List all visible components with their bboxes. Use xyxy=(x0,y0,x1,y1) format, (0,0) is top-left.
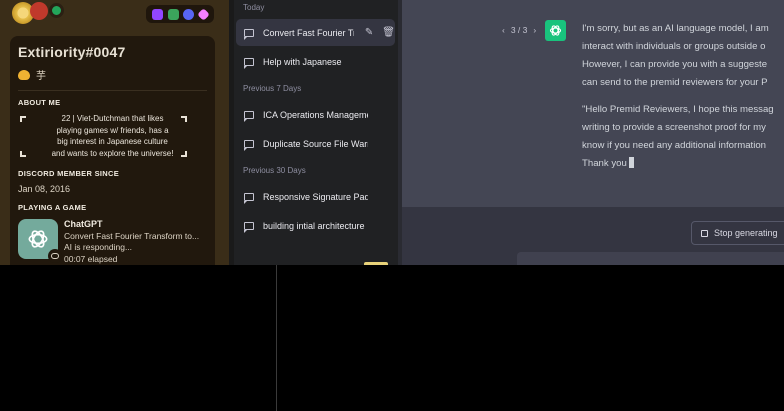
twitch-badge-icon[interactable] xyxy=(152,8,164,20)
activity-info: ChatGPT Convert Fast Fourier Transform t… xyxy=(64,219,207,265)
profile-banner xyxy=(0,0,229,30)
trash-icon[interactable]: 🗑 xyxy=(382,27,395,38)
online-status-icon xyxy=(49,3,64,18)
about-me-title: ABOUT ME xyxy=(18,98,61,107)
chat-item-label: Convert Fast Fourier Transform to xyxy=(263,27,354,38)
member-since-date: Jan 08, 2016 xyxy=(18,184,71,194)
chat-item-label: ICA Operations Management S xyxy=(263,109,368,120)
typing-cursor xyxy=(628,157,634,168)
pager-next-icon[interactable]: › xyxy=(533,25,536,35)
pager-count: 3 / 3 xyxy=(510,25,528,35)
message-line: Thank you xyxy=(582,158,627,169)
message-line: However, I can provide you with a sugges… xyxy=(582,59,768,70)
corner-ornament-icon xyxy=(181,151,187,157)
chat-item-signature-pad[interactable]: Responsive Signature Pad. xyxy=(236,183,395,210)
group-previous-7-days: Previous 7 Days xyxy=(243,84,302,93)
openai-logo-icon xyxy=(28,230,48,248)
divider xyxy=(18,90,207,91)
message-line: interact with individuals or groups outs… xyxy=(582,41,766,52)
profile-badges xyxy=(146,5,214,23)
chat-bubble-icon xyxy=(243,139,254,151)
assistant-message-text: I'm sorry, but as an AI language model, … xyxy=(582,20,784,173)
chat-bubble-icon xyxy=(243,192,254,204)
group-previous-30-days: Previous 30 Days xyxy=(243,166,306,175)
assistant-message: ‹ 3 / 3 › I'm sorry, but as an AI langua… xyxy=(402,0,784,207)
about-me-line: and wants to explore the universe! xyxy=(51,148,174,158)
divider xyxy=(276,265,277,411)
chat-item-label: Help with Japanese xyxy=(263,56,342,67)
message-line: "Hello Premid Reviewers, I hope this mes… xyxy=(582,104,774,115)
discord-profile-panel: Extiriority#0047 芋 ABOUT ME 22 | Viet-Du… xyxy=(0,0,229,265)
chat-item-label: Duplicate Source File Warning xyxy=(263,138,368,149)
activity-row[interactable]: ChatGPT Convert Fast Fourier Transform t… xyxy=(18,219,207,265)
openai-logo-icon xyxy=(549,25,562,36)
message-line: writing to provide a screenshot proof fo… xyxy=(582,122,766,133)
hypesquad-badge-icon[interactable] xyxy=(183,8,195,20)
about-me-line: big interest in Japanese culture xyxy=(57,137,168,146)
profile-card: Extiriority#0047 芋 ABOUT ME 22 | Viet-Du… xyxy=(10,36,215,265)
message-line: I'm sorry, but as an AI language model, … xyxy=(582,23,769,34)
chatgpt-avatar-icon xyxy=(545,20,566,41)
message-last-line: Thank you xyxy=(582,155,784,173)
stop-generating-label: Stop generating xyxy=(714,228,778,238)
corner-ornament-icon xyxy=(181,116,187,122)
pager-prev-icon[interactable]: ‹ xyxy=(502,25,505,35)
game-state: AI is responding... xyxy=(64,242,133,252)
chat-bubble-icon xyxy=(243,57,254,69)
corner-ornament-icon xyxy=(20,116,26,122)
message-input[interactable] xyxy=(517,252,784,265)
custom-status: 芋 xyxy=(18,67,207,82)
chat-bubble-icon xyxy=(243,110,254,122)
chat-history-sidebar: Today Convert Fast Fourier Transform to … xyxy=(234,0,402,265)
chat-item-label: Responsive Signature Pad. xyxy=(263,191,368,202)
emoji-icon xyxy=(18,69,30,80)
chat-item-convert-fft[interactable]: Convert Fast Fourier Transform to ✎ 🗑 xyxy=(236,19,395,46)
stop-square-icon xyxy=(701,229,708,237)
chat-item-architecture[interactable]: building intial architecture xyxy=(236,212,395,239)
chat-item-label: building intial architecture xyxy=(263,220,365,231)
chat-main: ‹ 3 / 3 › I'm sorry, but as an AI langua… xyxy=(402,0,784,265)
username: Extiriority#0047 xyxy=(18,44,126,60)
chatgpt-logo-icon xyxy=(18,219,62,263)
message-line: know if you need any additional informat… xyxy=(582,140,766,151)
avatar-decoration-icon xyxy=(30,2,48,20)
playing-game-title: PLAYING A GAME xyxy=(18,203,87,212)
chat-item-ica[interactable]: ICA Operations Management S xyxy=(236,101,395,128)
game-details: Convert Fast Fourier Transform to... xyxy=(64,230,200,241)
chat-bubble-icon xyxy=(48,249,62,263)
pencil-icon[interactable]: ✎ xyxy=(365,27,373,38)
about-me-line: playing games w/ friends, has a xyxy=(56,125,169,135)
group-today: Today xyxy=(243,3,265,12)
user-menu-chip[interactable] xyxy=(364,262,388,265)
stop-generating-button[interactable]: Stop generating xyxy=(691,221,784,245)
about-me-line: 22 | Viet-Dutchman that likes xyxy=(61,114,164,123)
about-me-box: 22 | Viet-Dutchman that likes playing ga… xyxy=(18,113,207,163)
response-pager: ‹ 3 / 3 › xyxy=(502,25,536,35)
message-line: can send to the premid reviewers for you… xyxy=(582,77,768,88)
game-elapsed: 00:07 elapsed xyxy=(64,253,118,264)
custom-status-text: 芋 xyxy=(36,71,46,82)
corner-ornament-icon xyxy=(20,151,26,157)
active-developer-badge-icon[interactable] xyxy=(167,8,179,20)
chat-bubble-icon xyxy=(243,221,254,233)
chat-bubble-icon xyxy=(243,28,254,40)
member-since-title: DISCORD MEMBER SINCE xyxy=(18,169,120,178)
nitro-badge-icon[interactable] xyxy=(196,7,210,21)
game-name: ChatGPT xyxy=(64,219,103,229)
chat-item-japanese[interactable]: Help with Japanese xyxy=(236,48,395,75)
about-me-text: 22 | Viet-Dutchman that likes playing ga… xyxy=(18,113,207,159)
chat-item-duplicate-source[interactable]: Duplicate Source File Warning xyxy=(236,130,395,157)
